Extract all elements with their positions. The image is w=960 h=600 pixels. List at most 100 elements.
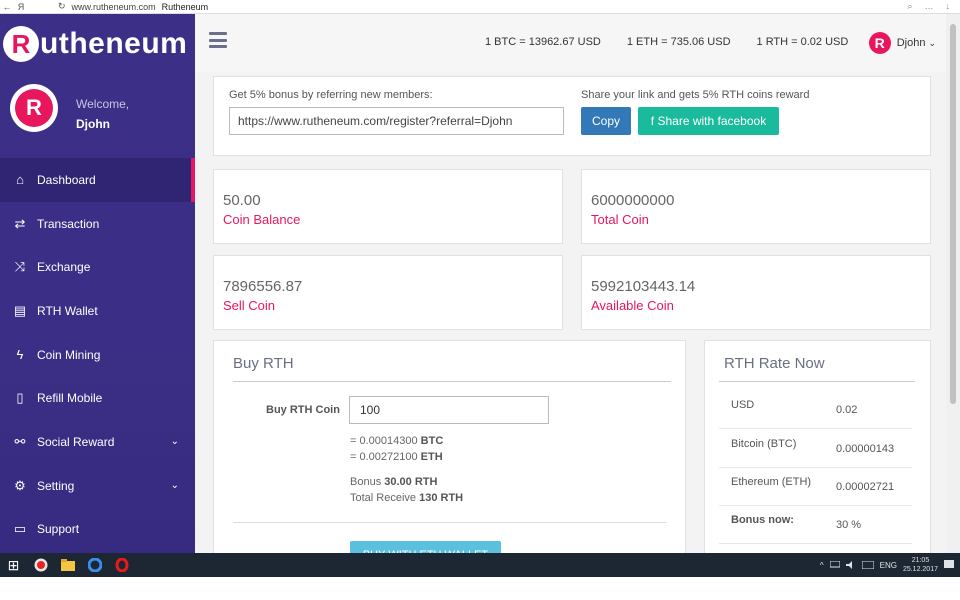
buy-rth-title: Buy RTH xyxy=(233,355,294,372)
chevron-down-icon: ⌄ xyxy=(928,37,936,48)
user-name: Djohn xyxy=(76,117,110,131)
rate-row-usd: USD 0.02 xyxy=(719,391,912,429)
rate-key: USD xyxy=(731,399,755,411)
sidebar-item-exchange[interactable]: ⤨ Exchange xyxy=(0,245,195,289)
stat-available-coin: 5992103443.14 Available Coin xyxy=(581,255,931,330)
bonus-label: Bonus xyxy=(350,476,382,488)
sidebar-item-label: Coin Mining xyxy=(37,347,101,362)
page-scrollbar[interactable] xyxy=(946,14,960,553)
address-bar[interactable]: ↻ www.rutheneum.com Rutheneum xyxy=(58,1,208,12)
sidebar-item-label: Dashboard xyxy=(37,172,96,187)
shuffle-icon: ⤨ xyxy=(14,259,26,275)
sidebar-item-label: Social Reward xyxy=(37,434,115,449)
btc-equivalent: = 0.00014300 BTC xyxy=(350,435,443,447)
logo-mark: R xyxy=(3,26,39,62)
referral-bonus-label: Get 5% bonus by referring new members: xyxy=(229,89,433,101)
rate-row-eth: Ethereum (ETH) 0.00002721 xyxy=(719,468,912,506)
hamburger-menu-icon[interactable] xyxy=(209,32,227,48)
bonus-line: Bonus 30.00 RTH xyxy=(350,476,437,488)
avatar-letter: R xyxy=(15,89,53,127)
sidebar-item-label: Setting xyxy=(37,478,75,493)
back-icon[interactable]: ← xyxy=(0,2,14,12)
total-receive-value: 130 RTH xyxy=(419,492,464,504)
rth-rate-card: RTH Rate Now USD 0.02 Bitcoin (BTC) 0.0000… xyxy=(704,340,931,553)
rate-value: 30 % xyxy=(836,519,862,531)
user-avatar: R xyxy=(868,32,891,54)
reload-icon[interactable]: ↻ xyxy=(58,1,66,12)
rate-value: 0.00002721 xyxy=(836,481,895,493)
sidebar-item-setting[interactable]: ⚙ Setting ⌄ xyxy=(0,464,195,508)
rth-rate-title: RTH Rate Now xyxy=(724,355,825,372)
eth-unit: ETH xyxy=(420,451,443,463)
sidebar-item-refill-mobile[interactable]: ▯ Refill Mobile xyxy=(0,376,195,420)
laptop-icon: ▭ xyxy=(13,521,27,537)
logo-word: utheneum xyxy=(40,27,188,60)
rate-key: Bitcoin (BTC) xyxy=(731,438,797,450)
scrollbar-thumb[interactable] xyxy=(950,24,956,404)
file-explorer-icon[interactable] xyxy=(54,553,81,577)
language-indicator[interactable]: ENG xyxy=(880,561,897,570)
total-receive-line: Total Receive 130 RTH xyxy=(350,492,463,504)
wallet-icon: ▤ xyxy=(13,302,27,318)
keyboard-icon[interactable] xyxy=(861,561,874,569)
stat-label: Total Coin xyxy=(591,212,649,227)
swap-icon: ⇄ xyxy=(14,215,26,231)
eth-rate: 1 ETH = 735.06 USD xyxy=(626,36,731,48)
buy-with-eth-wallet-button[interactable]: BUY WITH ETH WALLET xyxy=(350,541,501,553)
rate-row-bonus: Bonus now: 30 % xyxy=(719,506,912,544)
social-icon: ⚯ xyxy=(14,433,26,449)
rate-key: Bonus now: xyxy=(731,514,794,526)
stat-sell-coin: 7896556.87 Sell Coin xyxy=(213,255,563,330)
gear-icon: ⚙ xyxy=(14,477,26,493)
sidebar-item-support[interactable]: ▭ Support xyxy=(0,508,195,552)
rate-key: Ethereum (ETH) xyxy=(731,476,812,488)
stat-label: Coin Balance xyxy=(223,212,301,227)
yandex-browser-icon[interactable] xyxy=(27,553,54,577)
divider xyxy=(233,522,667,523)
stat-value: 6000000000 xyxy=(591,192,675,209)
total-receive-label: Total Receive xyxy=(350,492,417,504)
rate-value: 0.00000143 xyxy=(836,443,895,455)
network-icon[interactable] xyxy=(829,561,840,569)
share-facebook-button[interactable]: f Share with facebook xyxy=(638,107,779,135)
notification-icon[interactable] xyxy=(944,560,954,570)
sidebar-item-rth-wallet[interactable]: ▤ RTH Wallet xyxy=(0,289,195,333)
search-icon[interactable]: ⌕ xyxy=(907,1,912,12)
sidebar-item-social-reward[interactable]: ⚯ Social Reward ⌄ xyxy=(0,420,195,464)
sidebar: R utheneum R Welcome, Djohn ⌂ Dashboard ⇄… xyxy=(0,14,195,553)
sidebar-item-coin-mining[interactable]: ϟ Coin Mining xyxy=(0,333,195,377)
logo[interactable]: R utheneum xyxy=(0,14,195,74)
sidebar-item-transaction[interactable]: ⇄ Transaction xyxy=(0,202,195,246)
main-content: Get 5% bonus by referring new members: S… xyxy=(195,72,946,553)
referral-link-input[interactable] xyxy=(229,107,564,135)
eth-equivalent: = 0.00272100 ETH xyxy=(350,451,443,463)
download-icon[interactable]: ↓ xyxy=(946,1,951,12)
yandex-icon[interactable]: Я xyxy=(14,2,28,12)
avatar[interactable]: R xyxy=(10,84,58,132)
chevron-down-icon: ⌄ xyxy=(170,436,179,448)
copy-button[interactable]: Copy xyxy=(581,107,631,135)
user-dropdown[interactable]: R Djohn ⌄ xyxy=(868,32,936,54)
opera-icon[interactable] xyxy=(108,553,135,577)
stat-value: 7896556.87 xyxy=(223,278,303,295)
url-text: www.rutheneum.com xyxy=(71,1,156,12)
sidebar-item-dashboard[interactable]: ⌂ Dashboard xyxy=(0,158,195,202)
btc-equivalent-value: = 0.00014300 xyxy=(350,435,418,447)
buy-rth-amount-input[interactable] xyxy=(349,396,549,424)
clock[interactable]: 21:05 25.12.2017 xyxy=(903,556,938,574)
os-taskbar: ⊞ ^ ENG 21:05 25.12.2017 xyxy=(0,553,960,577)
edge-icon[interactable] xyxy=(81,553,108,577)
windows-start-icon[interactable]: ⊞ xyxy=(0,553,27,577)
stat-label: Available Coin xyxy=(591,298,674,313)
clock-date: 25.12.2017 xyxy=(902,566,938,573)
welcome-text: Welcome, xyxy=(76,97,130,111)
sidebar-item-label: Transaction xyxy=(37,216,100,231)
divider xyxy=(233,381,671,382)
tray-arrow-icon[interactable]: ^ xyxy=(820,561,824,570)
rate-value: 0.02 xyxy=(836,404,858,416)
sidebar-item-label: Support xyxy=(37,522,80,537)
volume-icon[interactable] xyxy=(845,561,856,569)
btc-unit: BTC xyxy=(420,435,444,447)
browser-menu-icon[interactable]: … xyxy=(925,1,934,12)
bonus-value: 30.00 RTH xyxy=(384,476,438,488)
